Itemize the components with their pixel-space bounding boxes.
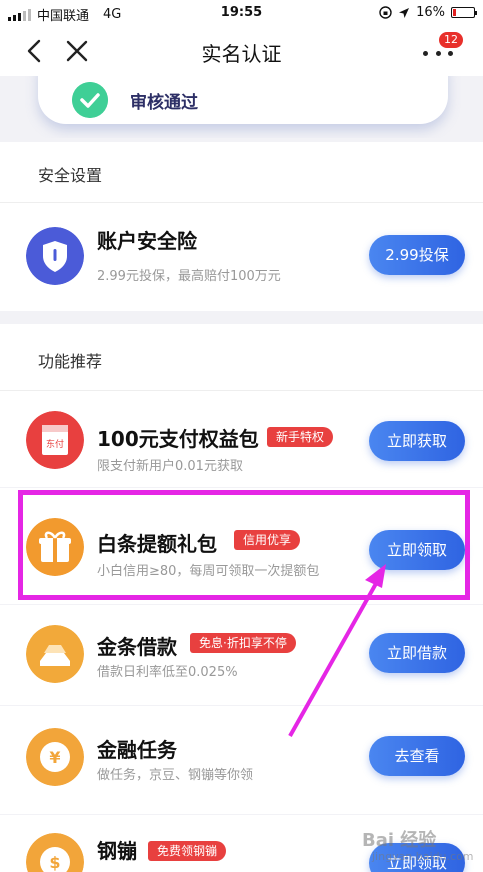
item-name: 账户安全险: [97, 229, 197, 253]
item-desc: 做任务，京豆、钢镚等你领: [97, 768, 254, 783]
security-section-header: 安全设置: [0, 142, 483, 202]
item-name: 白条提额礼包: [97, 532, 217, 556]
promo-tag: 免费领钢镚: [148, 841, 227, 861]
promo-tag: 新手特权: [267, 427, 334, 447]
battery-percent: 16%: [416, 5, 445, 20]
check-icon: [72, 82, 108, 118]
watermark-url: jingyan.baidu.com: [372, 850, 474, 863]
item-name: 100元支付权益包: [97, 427, 259, 451]
recommend-section-header: 功能推荐: [0, 324, 483, 390]
verify-area: 审核通过: [0, 76, 483, 138]
section-title: 安全设置: [38, 166, 103, 185]
list-item-finance-task[interactable]: ¥ 金融任务 做任务，京豆、钢镚等你领 去查看: [0, 706, 483, 814]
item-desc: 小白信用≥80，每周可领取一次提额包: [97, 564, 320, 579]
get-now-button[interactable]: 立即获取: [369, 421, 465, 461]
list-item-credit-gift[interactable]: 白条提额礼包 信用优享 小白信用≥80，每周可领取一次提额包 立即领取: [0, 488, 483, 604]
gold-bar-icon: [26, 625, 84, 683]
close-icon[interactable]: [64, 38, 90, 64]
watermark: Bai 经验: [362, 830, 437, 851]
item-name: 钢镚: [97, 839, 137, 863]
shield-icon: [26, 227, 84, 285]
list-item-account-insurance[interactable]: 账户安全险 2.99元投保，最高赔付100万元 2.99投保: [0, 203, 483, 311]
card-icon-text: 东付: [46, 438, 64, 450]
section-title: 功能推荐: [38, 352, 103, 371]
verify-status-card: 审核通过: [38, 76, 448, 124]
promo-tag: 免息·折扣享不停: [190, 633, 296, 653]
nav-bar: 实名认证 12: [0, 26, 483, 76]
coin-icon: $: [26, 833, 84, 872]
back-arrow-icon[interactable]: [22, 38, 48, 64]
more-menu-icon[interactable]: [423, 48, 453, 58]
svg-text:$: $: [49, 853, 60, 872]
yen-coin-icon: ¥: [26, 728, 84, 786]
lock-rotation-icon: [379, 6, 392, 19]
battery-icon: [451, 7, 477, 18]
item-desc: 限支付新用户0.01元获取: [97, 459, 243, 474]
view-button[interactable]: 去查看: [369, 736, 465, 776]
item-desc: 2.99元投保，最高赔付100万元: [97, 269, 281, 284]
gift-icon: [26, 518, 84, 576]
payment-card-icon: 东付: [26, 411, 84, 469]
item-name: 金条借款: [97, 635, 177, 659]
claim-now-button[interactable]: 立即领取: [369, 530, 465, 570]
verify-status-text: 审核通过: [130, 93, 198, 113]
item-desc: 借款日利率低至0.025%: [97, 665, 238, 680]
status-bar: 中国联通 4G 19:55 16%: [0, 0, 483, 26]
promo-tag: 信用优享: [234, 530, 301, 550]
borrow-now-button[interactable]: 立即借款: [369, 633, 465, 673]
notification-badge: 12: [439, 32, 463, 48]
item-name: 金融任务: [97, 738, 177, 762]
list-item-payment-package[interactable]: 东付 100元支付权益包 新手特权 限支付新用户0.01元获取 立即获取: [0, 391, 483, 487]
yen-symbol: ¥: [49, 748, 60, 767]
insure-button[interactable]: 2.99投保: [369, 235, 465, 275]
list-item-gold-loan[interactable]: 金条借款 免息·折扣享不停 借款日利率低至0.025% 立即借款: [0, 605, 483, 705]
location-icon: [399, 7, 410, 18]
